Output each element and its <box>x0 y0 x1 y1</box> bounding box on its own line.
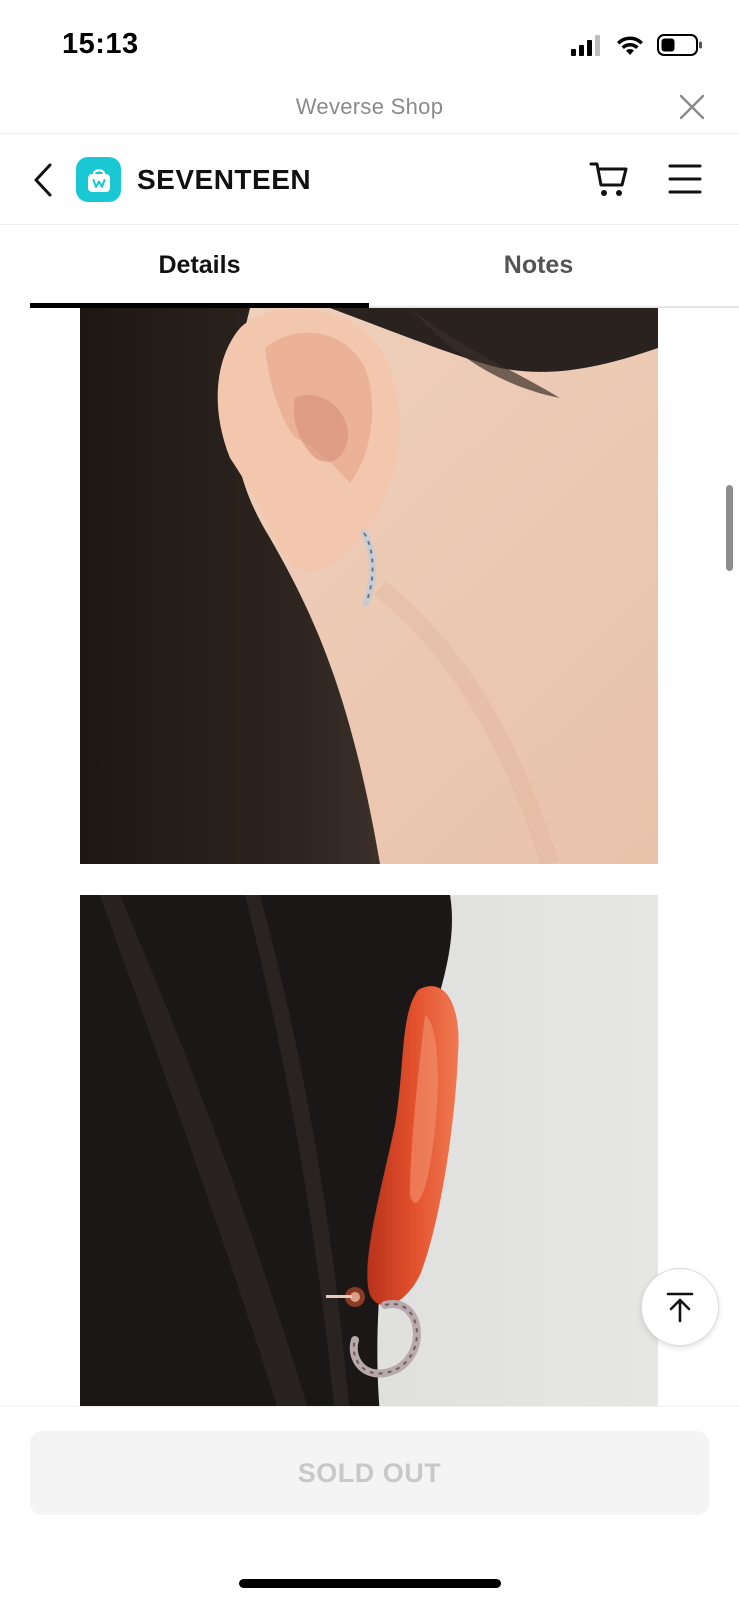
home-indicator <box>239 1579 501 1588</box>
artist-name[interactable]: SEVENTEEN <box>137 164 311 196</box>
product-tabs: Details Notes <box>30 225 739 308</box>
signal-icon <box>571 35 600 56</box>
app-header: SEVENTEEN <box>0 134 739 225</box>
cart-icon <box>589 162 628 196</box>
scroll-to-top-button[interactable] <box>641 1268 719 1346</box>
arrow-up-to-top-icon <box>666 1292 694 1323</box>
tab-details[interactable]: Details <box>30 225 369 308</box>
wifi-icon <box>617 36 643 55</box>
weverse-shop-logo[interactable] <box>76 157 121 202</box>
cart-button[interactable] <box>589 158 631 200</box>
hamburger-menu-icon <box>668 164 702 194</box>
sold-out-button[interactable]: SOLD OUT <box>30 1431 709 1515</box>
ear-back-image <box>80 895 658 1406</box>
back-button[interactable] <box>28 160 60 200</box>
menu-button[interactable] <box>668 162 702 196</box>
product-photo <box>80 308 658 864</box>
chevron-left-icon <box>34 163 52 197</box>
battery-icon <box>657 34 702 56</box>
product-photo <box>80 895 658 1406</box>
status-time: 15:13 <box>62 28 139 60</box>
scroll-indicator[interactable] <box>726 485 733 571</box>
tab-notes[interactable]: Notes <box>369 225 708 306</box>
ear-front-image <box>80 308 658 864</box>
webview-title: Weverse Shop <box>295 94 444 119</box>
status-icons <box>571 32 703 58</box>
status-bar: 15:13 <box>0 0 739 88</box>
bottom-bar: SOLD OUT <box>0 1406 739 1600</box>
webview-header: Weverse Shop <box>0 88 739 134</box>
close-button[interactable] <box>679 94 705 120</box>
weverse-shop-bag-icon <box>87 168 110 192</box>
close-icon <box>679 94 705 120</box>
product-details-content <box>0 308 739 1406</box>
